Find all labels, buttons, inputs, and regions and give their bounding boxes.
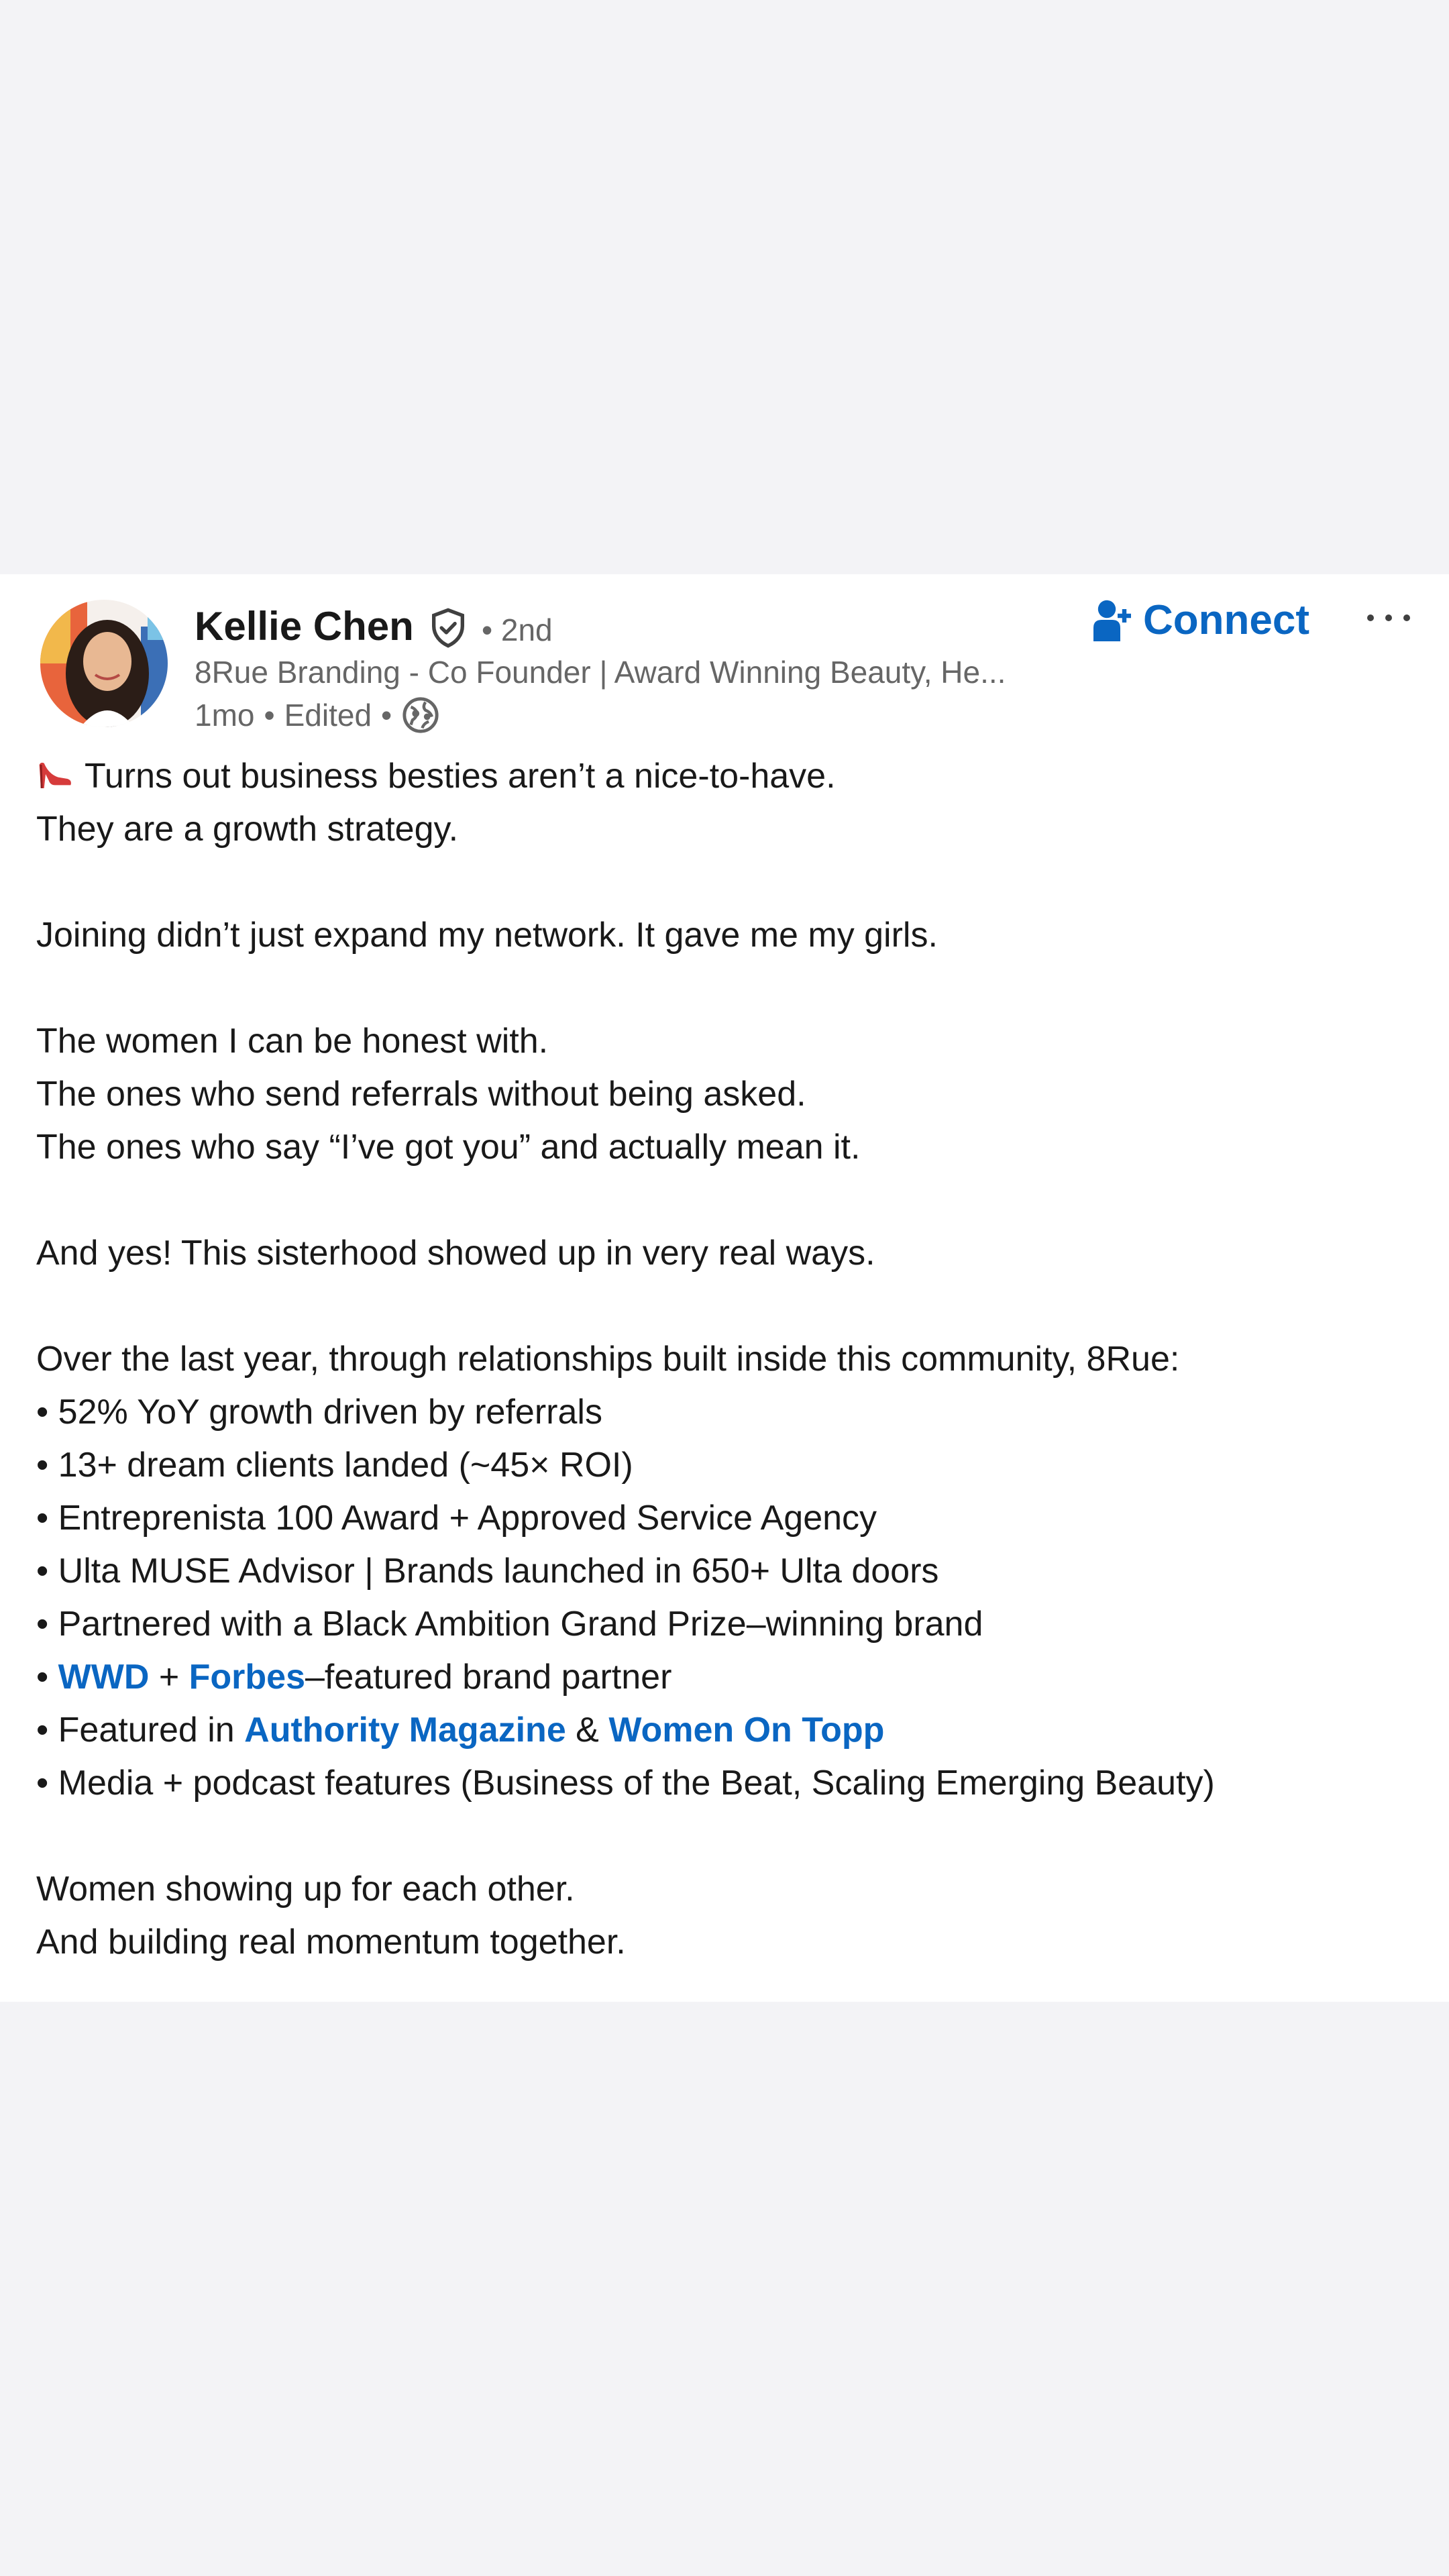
more-options-button[interactable] — [1355, 594, 1422, 641]
bullet-marker: • — [36, 1393, 58, 1432]
bullet-item: • Ulta MUSE Advisor | Brands launched in… — [36, 1545, 1418, 1598]
bullet-marker: • — [36, 1711, 58, 1750]
post-spacer — [36, 962, 1418, 1015]
bullet-item: • Media + podcast features (Business of … — [36, 1757, 1418, 1810]
bullet-text: + — [149, 1658, 189, 1697]
meta-separator: • — [381, 698, 392, 733]
post-line: And building real momentum together. — [36, 1923, 626, 1962]
post-line: The ones who send referrals without bein… — [36, 1075, 806, 1114]
bullet-marker: • — [36, 1552, 58, 1591]
post-spacer — [36, 1280, 1418, 1333]
bullet-text: & — [566, 1711, 609, 1750]
bullet-item: • Featured in Authority Magazine & Women… — [36, 1704, 1418, 1757]
women-on-topp-link[interactable]: Women On Topp — [608, 1711, 884, 1750]
wwd-link[interactable]: WWD — [58, 1658, 150, 1697]
bullet-marker: • — [36, 1499, 58, 1538]
forbes-link[interactable]: Forbes — [189, 1658, 305, 1697]
avatar[interactable] — [40, 600, 168, 727]
edited-label: Edited — [284, 698, 372, 733]
bullet-text: Partnered with a Black Ambition Grand Pr… — [58, 1605, 983, 1644]
bullet-item: • Entreprenista 100 Award + Approved Ser… — [36, 1492, 1418, 1545]
post-text: Turns out business besties aren’t a nice… — [85, 757, 836, 796]
connect-label: Connect — [1143, 596, 1309, 643]
bullet-marker: • — [36, 1605, 58, 1644]
add-person-icon — [1093, 600, 1131, 641]
bullet-item: • Partnered with a Black Ambition Grand … — [36, 1598, 1418, 1651]
bullet-item: • WWD + Forbes–featured brand partner — [36, 1651, 1418, 1704]
post-card: Kellie Chen • 2nd 8Rue Branding - Co Fou… — [0, 574, 1449, 2002]
globe-icon — [402, 697, 439, 733]
bullet-marker: • — [36, 1658, 58, 1697]
post-spacer — [36, 856, 1418, 909]
post-line: And yes! This sisterhood showed up in ve… — [36, 1234, 875, 1273]
bullet-item: • 52% YoY growth driven by referrals — [36, 1386, 1418, 1439]
bullet-text: 13+ dream clients landed (~45× ROI) — [58, 1446, 633, 1485]
bullet-item: • 13+ dream clients landed (~45× ROI) — [36, 1439, 1418, 1492]
bullet-text: Featured in — [58, 1711, 245, 1750]
post-body: Turns out business besties aren’t a nice… — [36, 750, 1418, 1969]
bullet-marker: • — [36, 1446, 58, 1485]
post-line: They are a growth strategy. — [36, 810, 459, 849]
post-spacer — [36, 1174, 1418, 1227]
post-spacer — [36, 1810, 1418, 1863]
bullet-text: Ulta MUSE Advisor | Brands launched in 6… — [58, 1552, 939, 1591]
post-line: Over the last year, through relationship… — [36, 1340, 1180, 1379]
meta-separator: • — [264, 698, 275, 733]
more-horizontal-icon — [1367, 614, 1410, 621]
post-line: Joining didn’t just expand my network. I… — [36, 916, 938, 955]
bullet-marker: • — [36, 1764, 58, 1803]
bullet-text: –featured brand partner — [305, 1658, 672, 1697]
post-meta: 1mo • Edited • — [195, 688, 440, 742]
high-heel-shoe-icon — [39, 762, 71, 789]
post-line: Turns out business besties aren’t a nice… — [36, 750, 1418, 803]
post-line: The ones who say “I’ve got you” and actu… — [36, 1128, 861, 1167]
post-line: The women I can be honest with. — [36, 1022, 549, 1061]
post-line: Women showing up for each other. — [36, 1870, 575, 1909]
bullet-text: Media + podcast features (Business of th… — [58, 1764, 1215, 1803]
connect-button[interactable]: Connect — [1093, 586, 1309, 653]
post-time: 1mo — [195, 698, 255, 733]
bullet-text: Entreprenista 100 Award + Approved Servi… — [58, 1499, 877, 1538]
bullet-text: 52% YoY growth driven by referrals — [58, 1393, 602, 1432]
authority-magazine-link[interactable]: Authority Magazine — [244, 1711, 566, 1750]
verified-shield-icon — [432, 608, 464, 648]
